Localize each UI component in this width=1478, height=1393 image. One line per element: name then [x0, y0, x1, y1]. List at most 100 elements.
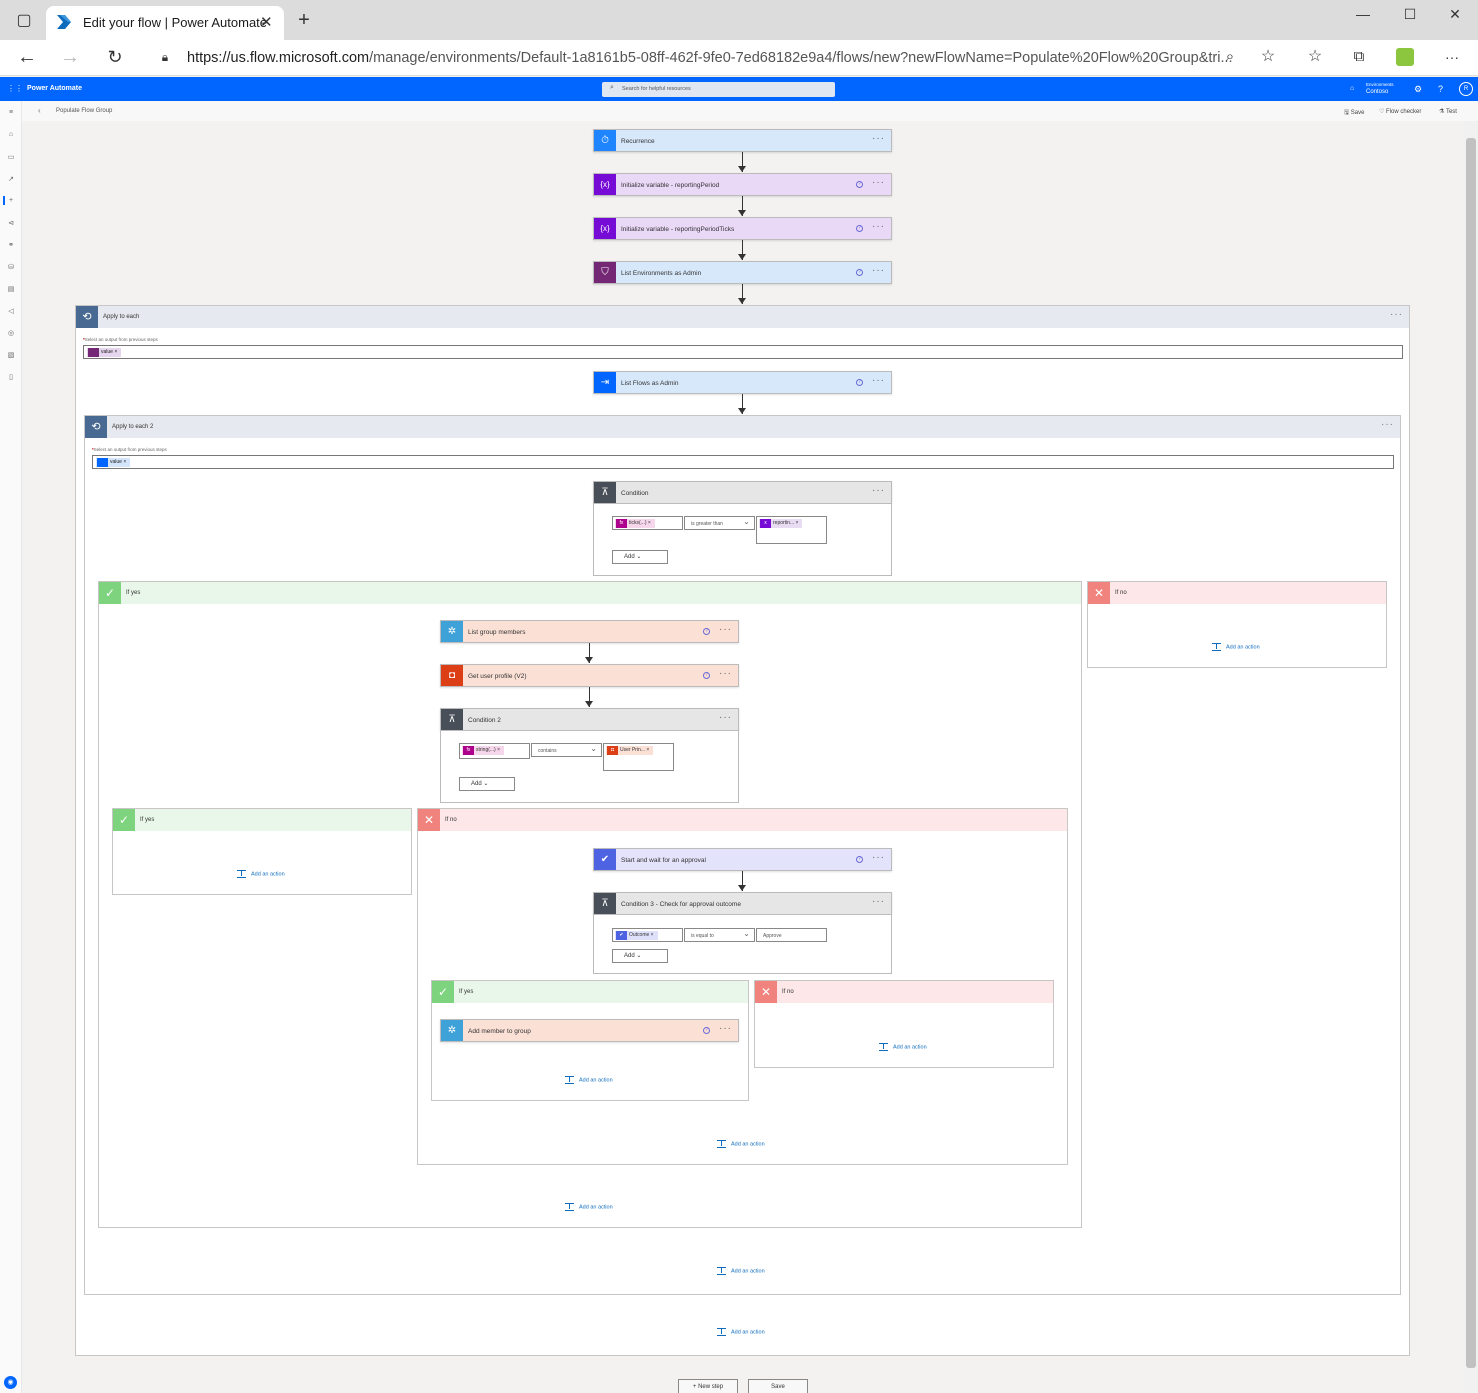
select-output-field[interactable]: value × — [83, 345, 1403, 359]
expression-token[interactable]: fx ticks(...) × — [615, 519, 655, 528]
search-input[interactable]: ⌕ Search for helpful resources — [602, 82, 835, 97]
chat-bot-icon[interactable]: ◉ — [4, 1376, 17, 1389]
help-icon[interactable]: ? — [856, 379, 863, 386]
more-options-icon[interactable]: ··· — [872, 133, 885, 144]
environment-value[interactable]: Contoso — [1366, 89, 1388, 95]
value-token[interactable]: value × — [87, 348, 122, 357]
back-icon[interactable]: ← — [15, 45, 39, 69]
add-an-action-link[interactable]: Add an action — [237, 870, 285, 878]
add-an-action-link[interactable]: Add an action — [717, 1328, 765, 1336]
condition-left-operand[interactable]: fx string(...) × — [459, 743, 530, 759]
condition-operator-select[interactable]: is greater than — [684, 516, 755, 530]
minimize-icon[interactable]: — — [1348, 6, 1378, 22]
nav-ai-builder-icon[interactable]: ◁ — [6, 307, 16, 315]
help-icon[interactable]: ? — [856, 856, 863, 863]
add-an-action-link[interactable]: Add an action — [717, 1140, 765, 1148]
expression-token[interactable]: fx string(...) × — [462, 746, 505, 755]
add-condition-button[interactable]: Add ⌄ — [612, 949, 668, 963]
help-icon[interactable]: ? — [703, 628, 710, 635]
condition-right-operand[interactable]: x reportin... × — [756, 516, 827, 544]
more-options-icon[interactable]: ··· — [719, 712, 732, 723]
scrollbar-thumb[interactable] — [1466, 138, 1476, 1368]
calculator-extension-icon[interactable] — [1396, 48, 1414, 66]
more-options-icon[interactable]: ··· — [872, 896, 885, 907]
help-icon[interactable]: ? — [856, 225, 863, 232]
value-token[interactable]: value × — [96, 458, 131, 467]
nav-learn-icon[interactable]: ▯ — [6, 373, 16, 381]
more-options-icon[interactable]: ··· — [872, 265, 885, 276]
more-options-icon[interactable]: ··· — [872, 485, 885, 496]
add-favorite-icon[interactable]: ☆ — [1256, 45, 1280, 69]
nav-connectors-icon[interactable]: ⚭ — [6, 241, 16, 249]
nav-my-flows-icon[interactable]: ↗ — [6, 175, 16, 183]
condition-card[interactable]: ⊼ Condition ··· — [593, 481, 892, 504]
start-approval-card[interactable]: ✔ Start and wait for an approval ? ··· — [593, 848, 892, 871]
condition-operator-select[interactable]: contains — [531, 743, 602, 757]
nav-action-items-icon[interactable]: ▭ — [6, 153, 16, 161]
maximize-icon[interactable]: ☐ — [1395, 6, 1425, 23]
flow-checker-command[interactable]: ♡ Flow checker — [1379, 108, 1421, 115]
get-user-profile-card[interactable]: ◘ Get user profile (V2) ? ··· — [440, 664, 739, 687]
add-an-action-link[interactable]: Add an action — [1212, 643, 1260, 651]
forward-icon[interactable]: → — [58, 45, 82, 69]
more-options-icon[interactable]: ··· — [719, 1023, 732, 1034]
nav-create-icon[interactable]: + — [6, 197, 16, 205]
add-member-to-group-card[interactable]: ✲ Add member to group ? ··· — [440, 1019, 739, 1042]
list-environments-card[interactable]: ⛉ List Environments as Admin ? ··· — [593, 261, 892, 284]
recurrence-card[interactable]: ⏱ Recurrence ··· — [593, 129, 892, 152]
avatar[interactable]: R — [1459, 82, 1473, 96]
refresh-icon[interactable]: ↻ — [103, 45, 127, 69]
more-options-icon[interactable]: ··· — [872, 852, 885, 863]
browser-tab[interactable]: Edit your flow | Power Automate ✕ — [46, 6, 284, 40]
lock-icon[interactable]: 🔒︎ — [153, 45, 177, 69]
add-an-action-link[interactable]: Add an action — [565, 1203, 613, 1211]
help-icon[interactable]: ? — [856, 181, 863, 188]
condition-3-card[interactable]: ⊼ Condition 3 - Check for approval outco… — [593, 892, 892, 915]
more-options-icon[interactable]: ··· — [719, 668, 732, 679]
office-token[interactable]: ◘ User Prin... × — [606, 746, 654, 755]
condition-right-operand[interactable]: ◘ User Prin... × — [603, 743, 674, 771]
add-an-action-link[interactable]: Add an action — [717, 1267, 765, 1275]
more-menu-icon[interactable]: ··· — [1440, 45, 1464, 69]
list-flows-card[interactable]: ⇥ List Flows as Admin ? ··· — [593, 371, 892, 394]
init-variable-reporting-period-ticks-card[interactable]: {x} Initialize variable - reportingPerio… — [593, 217, 892, 240]
new-step-button[interactable]: + New step — [678, 1379, 738, 1393]
more-options-icon[interactable]: ··· — [872, 375, 885, 386]
add-an-action-link[interactable]: Add an action — [565, 1076, 613, 1084]
tab-close-icon[interactable]: ✕ — [260, 13, 273, 31]
app-launcher-icon[interactable]: ⋮⋮ — [7, 84, 23, 93]
condition-operator-select[interactable]: is equal to — [684, 928, 755, 942]
nav-solutions-icon[interactable]: ▧ — [6, 351, 16, 359]
more-options-icon[interactable]: ··· — [872, 221, 885, 232]
nav-process-advisor-icon[interactable]: ◎ — [6, 329, 16, 337]
nav-monitor-icon[interactable]: ▤ — [6, 285, 16, 293]
app-brand[interactable]: Power Automate — [27, 85, 82, 92]
save-command[interactable]: 🖫︎ Save — [1344, 108, 1364, 118]
new-tab-icon[interactable]: + — [292, 8, 316, 32]
help-icon[interactable]: ? — [703, 1027, 710, 1034]
help-icon[interactable]: ? — [856, 269, 863, 276]
nav-templates-icon[interactable]: ⊲ — [6, 219, 16, 227]
add-an-action-link[interactable]: Add an action — [879, 1043, 927, 1051]
add-condition-button[interactable]: Add ⌄ — [612, 550, 668, 564]
select-output-field[interactable]: value × — [92, 455, 1394, 469]
zoom-icon[interactable]: ⌕ — [1218, 45, 1242, 69]
save-button[interactable]: Save — [748, 1379, 808, 1393]
condition-left-operand[interactable]: fx ticks(...) × — [612, 516, 683, 530]
more-options-icon[interactable]: ··· — [1381, 419, 1394, 430]
variable-token[interactable]: x reportin... × — [759, 519, 803, 528]
add-condition-button[interactable]: Add ⌄ — [459, 777, 515, 791]
help-icon[interactable]: ? — [1438, 84, 1443, 94]
nav-home-icon[interactable]: ⌂ — [6, 131, 16, 139]
scope-header[interactable]: ⟲ Apply to each ··· — [76, 306, 1409, 328]
list-group-members-card[interactable]: ✲ List group members ? ··· — [440, 620, 739, 643]
favorites-icon[interactable]: ☆ — [1303, 45, 1327, 69]
test-command[interactable]: ⚗ Test — [1439, 108, 1457, 115]
nav-menu-icon[interactable]: ≡ — [6, 109, 16, 117]
help-icon[interactable]: ? — [703, 672, 710, 679]
condition-right-operand[interactable]: Approve — [756, 928, 827, 942]
settings-icon[interactable]: ⚙ — [1414, 84, 1422, 95]
close-window-icon[interactable]: ✕ — [1440, 6, 1470, 23]
collections-icon[interactable]: ⧉ — [1347, 45, 1371, 69]
more-options-icon[interactable]: ··· — [1390, 309, 1403, 320]
